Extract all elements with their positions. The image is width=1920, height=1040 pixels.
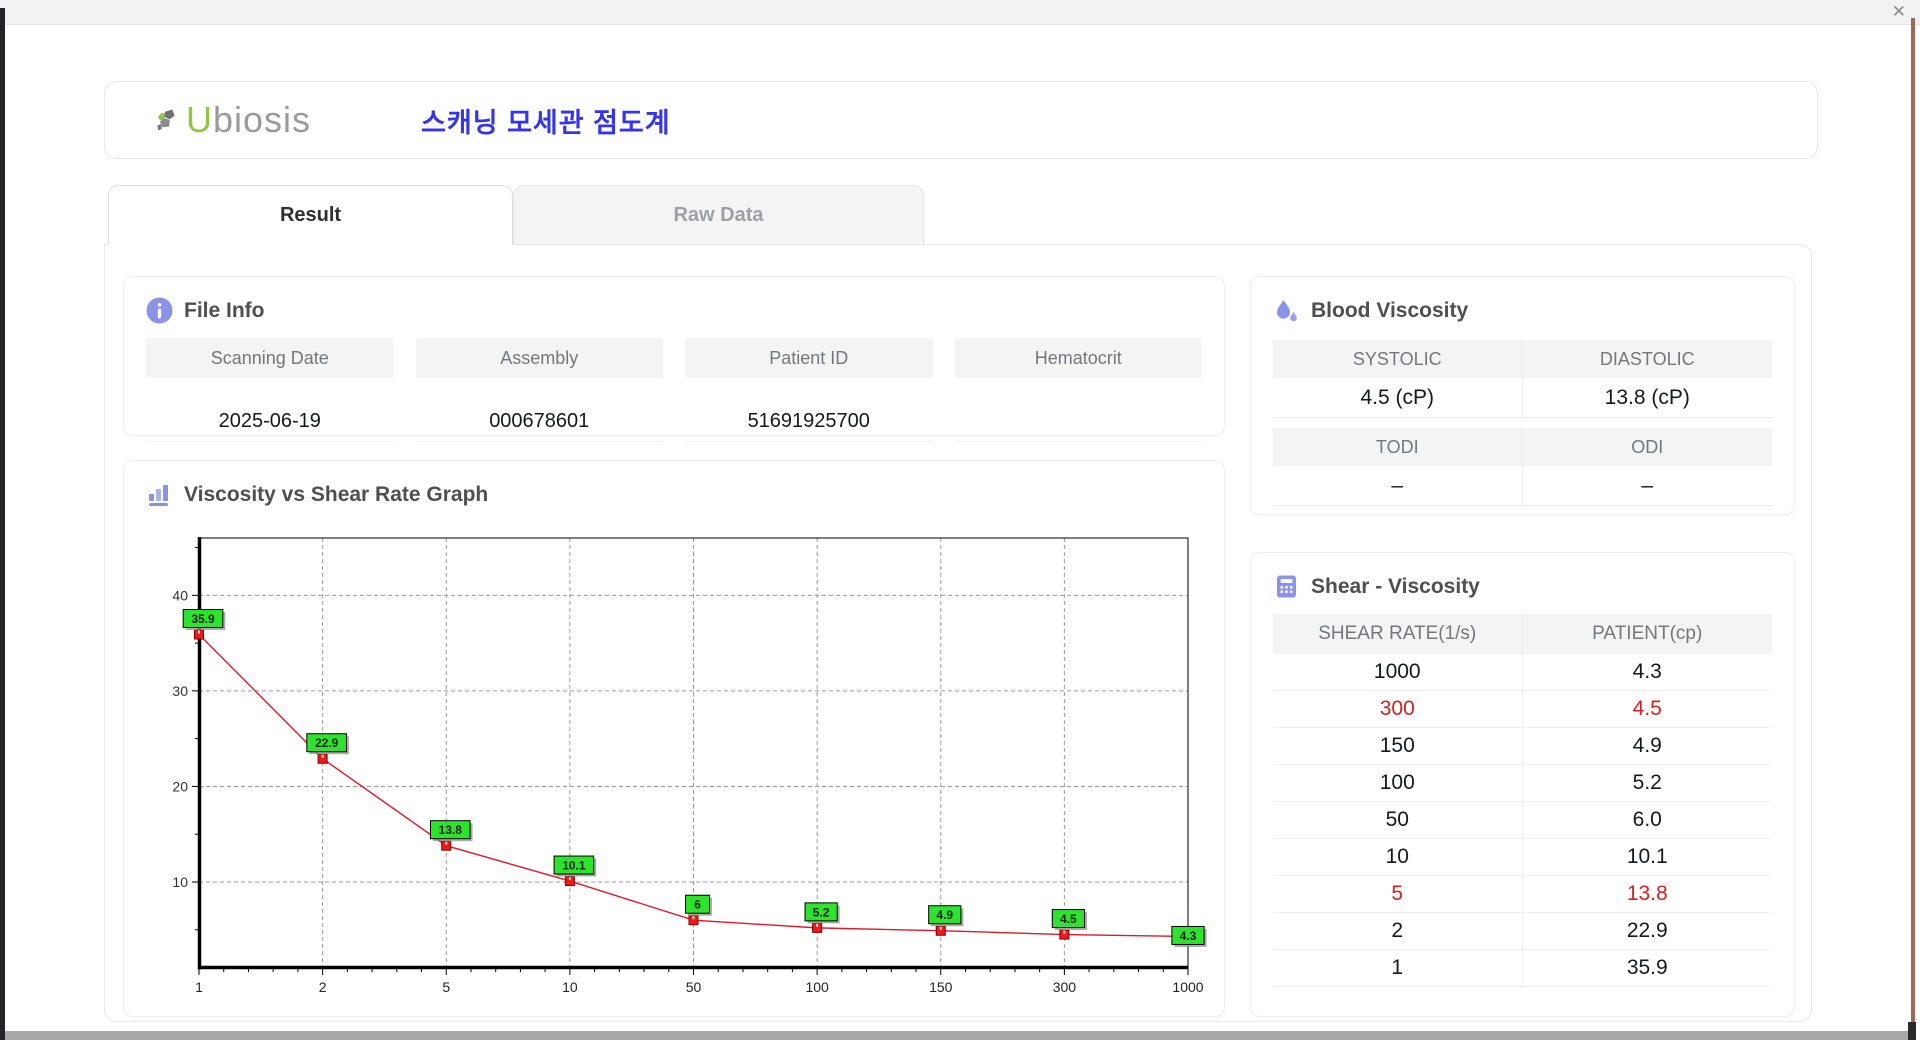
odi-value: – xyxy=(1523,466,1773,506)
shear-cell: 10 xyxy=(1273,839,1523,876)
svg-text:300: 300 xyxy=(1053,979,1077,995)
diastolic-value: 13.8 (cP) xyxy=(1523,378,1773,418)
ubiosis-logo-icon xyxy=(155,107,182,134)
shear-cell: 100 xyxy=(1273,765,1523,802)
table-row: 10 10.1 xyxy=(1273,839,1772,876)
main-content: File Info Scanning Date Assembly Patient… xyxy=(104,244,1812,1022)
shear-viscosity-card: Shear - Viscosity SHEAR RATE(1/s) PATIEN… xyxy=(1250,552,1795,1017)
patient-cell: 4.3 xyxy=(1523,654,1773,691)
calculator-icon xyxy=(1273,573,1300,600)
patient-cell: 35.9 xyxy=(1523,950,1773,987)
odi-header: ODI xyxy=(1523,428,1773,466)
svg-text:10: 10 xyxy=(172,874,188,890)
svg-text:40: 40 xyxy=(172,587,188,603)
graph-title: Viscosity vs Shear Rate Graph xyxy=(184,483,488,507)
svg-text:30: 30 xyxy=(172,683,188,699)
systolic-header: SYSTOLIC xyxy=(1273,340,1523,378)
patient-cell: 22.9 xyxy=(1523,913,1773,950)
todi-header: TODI xyxy=(1273,428,1523,466)
tab-result[interactable]: Result xyxy=(108,185,513,245)
svg-text:4.3: 4.3 xyxy=(1180,929,1197,943)
field-value-assembly: 000678601 xyxy=(416,400,664,442)
shear-cell: 300 xyxy=(1273,691,1523,728)
ubiosis-logo: Ubiosis xyxy=(155,99,311,141)
systolic-value: 4.5 (cP) xyxy=(1273,378,1523,418)
blood-viscosity-title: Blood Viscosity xyxy=(1311,299,1468,323)
table-row-highlight: 300 4.5 xyxy=(1273,691,1772,728)
svg-text:4.5: 4.5 xyxy=(1060,912,1077,926)
table-row: 1000 4.3 xyxy=(1273,654,1772,691)
screen-corner xyxy=(1908,1022,1916,1040)
svg-text:2: 2 xyxy=(319,979,327,995)
table-row: 100 5.2 xyxy=(1273,765,1772,802)
field-value-patient-id: 51691925700 xyxy=(685,400,933,442)
svg-text:20: 20 xyxy=(172,778,188,794)
svg-text:5.2: 5.2 xyxy=(813,905,830,919)
shear-cell: 150 xyxy=(1273,728,1523,765)
svg-text:10: 10 xyxy=(562,979,578,995)
svg-text:1: 1 xyxy=(195,979,203,995)
logo-text: Ubiosis xyxy=(186,99,311,141)
table-row: 50 6.0 xyxy=(1273,802,1772,839)
svg-text:4.9: 4.9 xyxy=(936,908,953,922)
page-title: 스캐닝 모세관 점도계 xyxy=(421,101,671,140)
table-row-highlight: 5 13.8 xyxy=(1273,876,1772,913)
svg-text:1000: 1000 xyxy=(1172,979,1203,995)
shear-cell: 1 xyxy=(1273,950,1523,987)
graph-card: Viscosity vs Shear Rate Graph 10 20 30 40 1 2… xyxy=(123,460,1225,1017)
svg-text:5: 5 xyxy=(442,979,450,995)
shear-cell: 5 xyxy=(1273,876,1523,913)
shear-cell: 50 xyxy=(1273,802,1523,839)
file-info-card: File Info Scanning Date Assembly Patient… xyxy=(123,276,1225,436)
patient-cell: 6.0 xyxy=(1523,802,1773,839)
viscosity-chart: 10 20 30 40 1 2 5 10 50 100 150 300 1000 35.9 22.9 13.8… xyxy=(157,529,1237,1007)
field-label-assembly: Assembly xyxy=(416,338,664,378)
droplet-icon xyxy=(1273,297,1300,324)
title-bar xyxy=(0,0,1920,25)
screen-right-edge xyxy=(1911,18,1915,1032)
svg-text:13.8: 13.8 xyxy=(439,823,463,837)
header-card: Ubiosis 스캐닝 모세관 점도계 xyxy=(104,81,1818,159)
diastolic-header: DIASTOLIC xyxy=(1523,340,1773,378)
app-window: { "window": { "close_label": "✕" }, "hea… xyxy=(0,0,1920,1040)
file-info-title: File Info xyxy=(184,299,265,323)
patient-cell: 10.1 xyxy=(1523,839,1773,876)
svg-text:50: 50 xyxy=(686,979,702,995)
screen-bottom-edge xyxy=(5,1031,1908,1040)
field-label-hematocrit: Hematocrit xyxy=(955,338,1203,378)
shear-cell: 1000 xyxy=(1273,654,1523,691)
blood-viscosity-card: Blood Viscosity SYSTOLIC DIASTOLIC 4.5 (… xyxy=(1250,276,1795,515)
field-label-patient-id: Patient ID xyxy=(685,338,933,378)
patient-cell: 4.9 xyxy=(1523,728,1773,765)
todi-value: – xyxy=(1273,466,1523,506)
svg-text:150: 150 xyxy=(929,979,953,995)
shear-cell: 2 xyxy=(1273,913,1523,950)
screen-left-edge xyxy=(0,8,5,1040)
bar-chart-icon xyxy=(146,481,173,508)
field-label-scanning-date: Scanning Date xyxy=(146,338,394,378)
info-icon xyxy=(146,297,173,324)
tab-raw-data[interactable]: Raw Data xyxy=(513,185,924,244)
svg-text:35.9: 35.9 xyxy=(191,612,215,626)
shear-rate-column-header: SHEAR RATE(1/s) xyxy=(1273,614,1523,654)
table-row: 1 35.9 xyxy=(1273,950,1772,987)
patient-column-header: PATIENT(cp) xyxy=(1523,614,1773,654)
table-row: 2 22.9 xyxy=(1273,913,1772,950)
patient-cell: 13.8 xyxy=(1523,876,1773,913)
svg-text:22.9: 22.9 xyxy=(315,736,339,750)
field-value-hematocrit xyxy=(955,400,1203,442)
svg-text:100: 100 xyxy=(805,979,829,995)
close-icon[interactable]: ✕ xyxy=(1892,2,1906,22)
field-value-scanning-date: 2025-06-19 xyxy=(146,400,394,442)
patient-cell: 5.2 xyxy=(1523,765,1773,802)
svg-text:6: 6 xyxy=(694,898,701,912)
shear-viscosity-title: Shear - Viscosity xyxy=(1311,575,1480,599)
patient-cell: 4.5 xyxy=(1523,691,1773,728)
svg-text:10.1: 10.1 xyxy=(562,859,586,873)
table-row: 150 4.9 xyxy=(1273,728,1772,765)
